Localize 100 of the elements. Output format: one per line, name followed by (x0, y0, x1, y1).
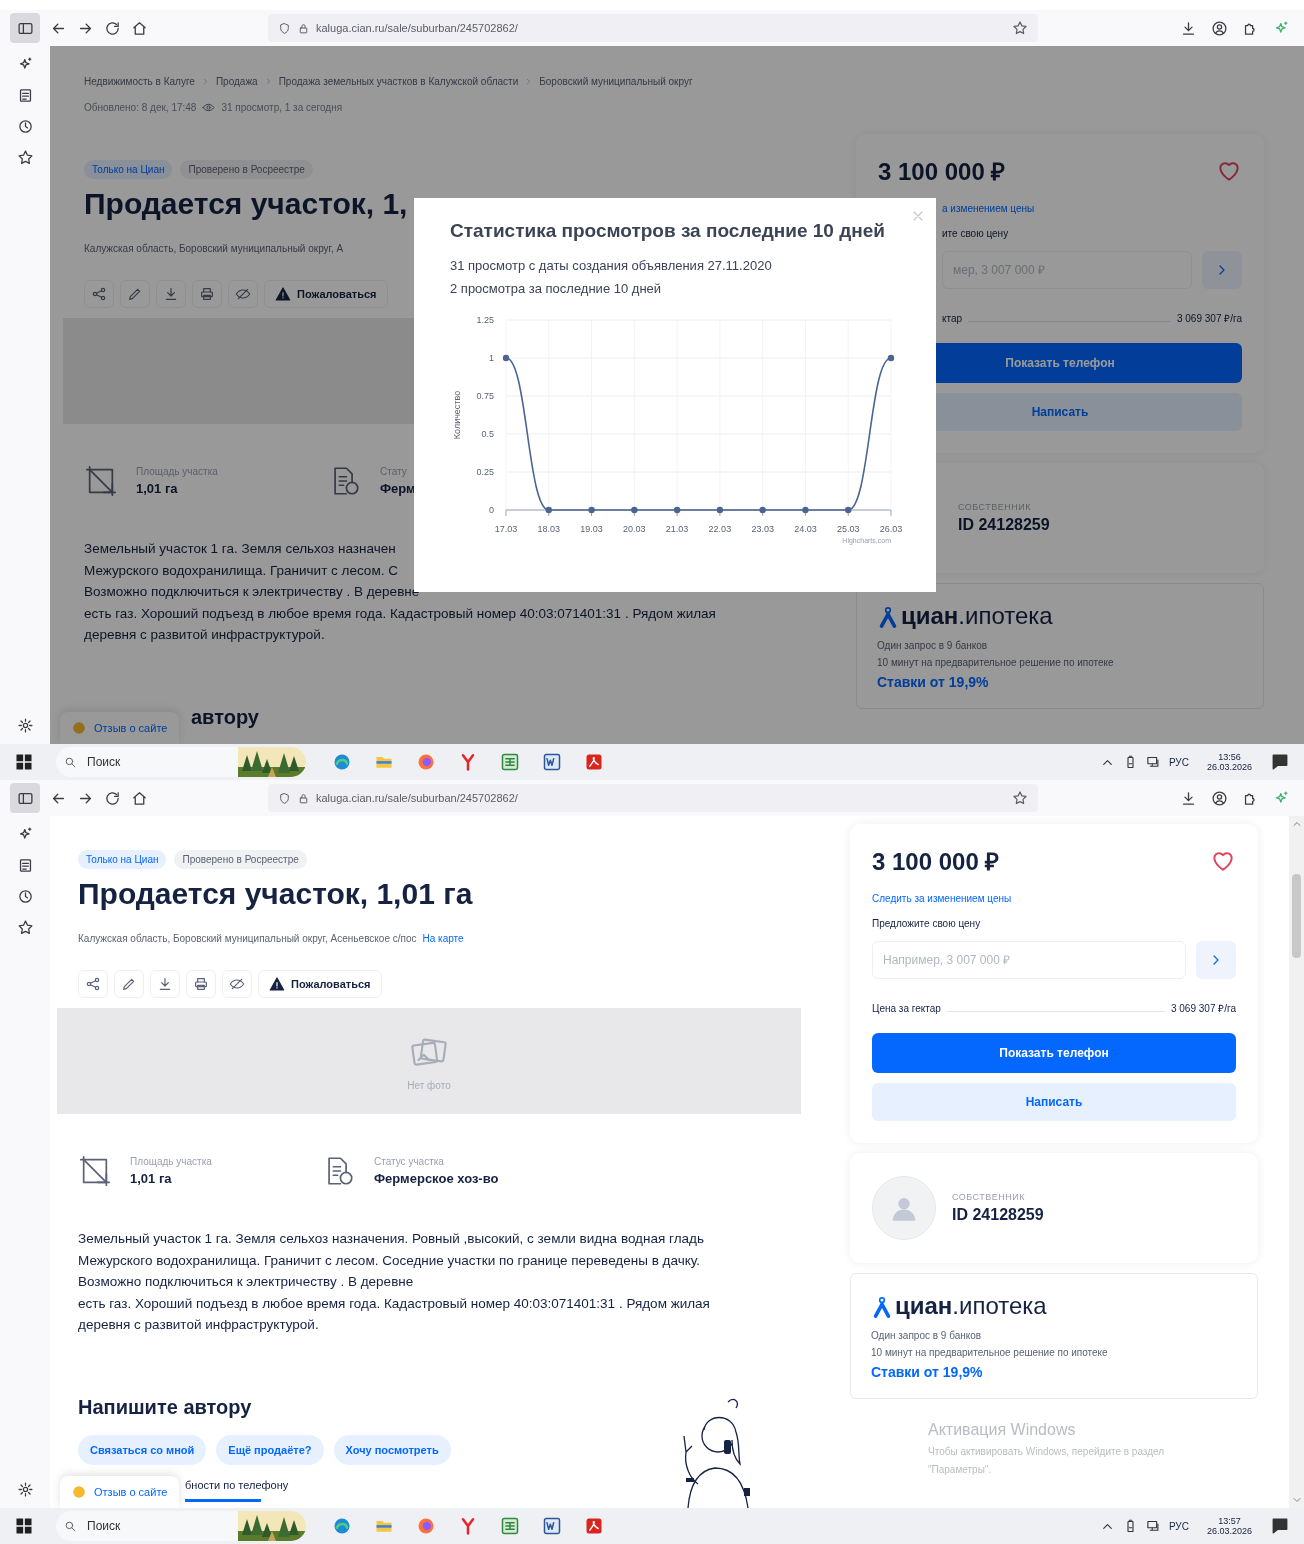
download-icon[interactable] (1180, 19, 1197, 37)
logo-text: циан.ипотека (901, 602, 1053, 630)
bookmark-star-icon[interactable] (16, 919, 34, 936)
edit-button[interactable] (120, 280, 150, 308)
quick-reply-chip[interactable]: Ещё продаёте? (216, 1434, 324, 1465)
tab-label[interactable]: бности по телефону (185, 1478, 289, 1491)
settings-icon[interactable] (16, 717, 34, 734)
language-indicator[interactable]: РУС (1168, 756, 1189, 768)
download-button[interactable] (156, 280, 186, 308)
write-button[interactable]: Написать (872, 1083, 1236, 1121)
home-icon[interactable] (131, 789, 148, 807)
account-icon[interactable] (1211, 789, 1228, 807)
reload-icon[interactable] (104, 789, 121, 807)
notification-icon[interactable] (1270, 752, 1290, 772)
mortgage-text: Один запрос в 9 банков (871, 1330, 982, 1341)
quick-reply-chip[interactable]: Связаться со мной (78, 1434, 207, 1465)
rates-link[interactable]: Ставки от 19,9% (871, 1364, 983, 1380)
notification-icon[interactable] (1270, 1516, 1290, 1536)
document-app-icon[interactable] (542, 752, 562, 772)
share-button[interactable] (78, 970, 108, 998)
pdf-icon[interactable] (584, 752, 604, 772)
report-button[interactable]: Пожаловаться (258, 970, 382, 998)
spreadsheet-icon[interactable] (500, 752, 520, 772)
data-point (716, 506, 724, 514)
address-bar[interactable]: kaluga.cian.ru/sale/suburban/245702862/ (268, 784, 1038, 812)
lock-icon (297, 21, 310, 35)
search-input[interactable]: Поиск (85, 1518, 229, 1534)
language-indicator[interactable]: РУС (1168, 1520, 1189, 1532)
eye-icon (202, 101, 216, 114)
rates-link[interactable]: Ставки от 19,9% (877, 674, 989, 690)
scrollbar[interactable] (1289, 816, 1304, 1508)
warning-icon (269, 976, 285, 992)
stat-label: Статус участка (374, 1156, 445, 1167)
search-input[interactable]: Поиск (85, 754, 229, 770)
clock-date[interactable]: 26.03.2026 (1206, 762, 1252, 772)
report-button[interactable]: Пожаловаться (264, 280, 388, 308)
reload-icon[interactable] (104, 19, 121, 37)
price-tracking-link[interactable]: а изменением цены (942, 203, 1035, 214)
listing-title: Продается участок, 1, (84, 187, 408, 221)
download-button[interactable] (150, 970, 180, 998)
print-button[interactable] (186, 970, 216, 998)
price-tracking-link[interactable]: Следить за изменением цены (872, 893, 1012, 904)
start-icon[interactable] (14, 752, 34, 772)
history-icon[interactable] (16, 888, 34, 905)
taskbar-search-field[interactable]: Поиск (56, 1511, 306, 1541)
quick-reply-chip[interactable]: Хочу посмотреть (333, 1434, 451, 1465)
account-icon[interactable] (1211, 19, 1228, 37)
settings-icon[interactable] (16, 1481, 34, 1498)
hide-button[interactable] (222, 970, 252, 998)
owner-role: СОБСТВЕННИК (958, 502, 1033, 512)
feedback-button[interactable]: Отзыв о сайте (60, 1476, 180, 1508)
breadcrumb-link[interactable]: Недвижимость в Калуге (84, 76, 195, 87)
bookmark-star-icon[interactable] (1012, 790, 1028, 806)
price-offer-field[interactable]: Например, 3 007 000 ₽ (872, 941, 1186, 979)
share-icon (85, 976, 101, 992)
breadcrumb-link[interactable]: Боровский муниципальный округ (539, 76, 693, 87)
url-text: kaluga.cian.ru/sale/suburban/245702862/ (316, 792, 519, 804)
views-link[interactable]: 31 просмотр, 1 за сегодня (221, 102, 343, 113)
scrollbar-thumb[interactable] (1292, 874, 1301, 958)
browser-icon[interactable] (332, 1516, 352, 1536)
bookmark-star-icon[interactable] (1012, 20, 1028, 36)
sidebar-toggle[interactable] (10, 13, 40, 43)
feedback-button[interactable]: Отзыв о сайте (60, 712, 180, 744)
dialog-title: Статистика просмотров за последние 10 дней (450, 220, 885, 242)
pdf-icon[interactable] (584, 1516, 604, 1536)
clock-time[interactable]: 13:57 (1218, 1516, 1241, 1526)
history-icon[interactable] (16, 118, 34, 135)
show-phone-button[interactable]: Показать телефон (872, 1033, 1236, 1073)
hide-icon (235, 286, 251, 302)
share-button[interactable] (84, 280, 114, 308)
search-icon (64, 755, 77, 769)
bookmark-star-icon[interactable] (16, 149, 34, 166)
axis-label: 25.03 (836, 524, 860, 534)
clock-date[interactable]: 26.03.2026 (1206, 1526, 1252, 1536)
tag: Проверено в Росреестре (174, 850, 307, 869)
network-icon[interactable] (1145, 1518, 1161, 1534)
taskbar-search-field[interactable]: Поиск (56, 747, 306, 777)
hide-button[interactable] (228, 280, 258, 308)
start-icon[interactable] (14, 1516, 34, 1536)
data-point (887, 354, 895, 362)
map-link[interactable]: На карте (422, 933, 464, 944)
sidebar-toggle[interactable] (10, 783, 40, 813)
document-app-icon[interactable] (542, 1516, 562, 1536)
clock-time[interactable]: 13:56 (1218, 752, 1241, 762)
download-icon[interactable] (1180, 789, 1197, 807)
home-icon[interactable] (131, 19, 148, 37)
edit-button[interactable] (114, 970, 144, 998)
address-bar[interactable]: kaluga.cian.ru/sale/suburban/245702862/ (268, 14, 1038, 42)
breadcrumb-link[interactable]: Продажа земельных участков в Калужской области (278, 76, 519, 87)
spreadsheet-icon[interactable] (500, 1516, 520, 1536)
print-button[interactable] (192, 280, 222, 308)
stat-value: 1,01 га (130, 1171, 173, 1186)
browser-icon[interactable] (332, 752, 352, 772)
network-icon[interactable] (1145, 754, 1161, 770)
section-heading: автору (191, 705, 259, 729)
offer-label: ите свою цену (942, 228, 1009, 239)
dialog-text: 31 просмотр с даты создания объявления 27.11.2020 (450, 258, 772, 273)
breadcrumb-link[interactable]: Продажа (215, 76, 258, 87)
description-text: Земельный участок 1 га. Земля сельхоз назначения. Ровный ,высокий, с земли видна водная гладь Межурского водохранилища. Граничит с лесом. Соседние участки по границе переведены в дачку. Возможно подключиться к электричеству . В деревне есть газ. Хороший подъезд в любое время года. Кадастровый номер 40:03:071401:31 . Рядом жилая деревня с развитой инфраструктурой. (78, 1230, 710, 1334)
share-icon (91, 286, 107, 302)
